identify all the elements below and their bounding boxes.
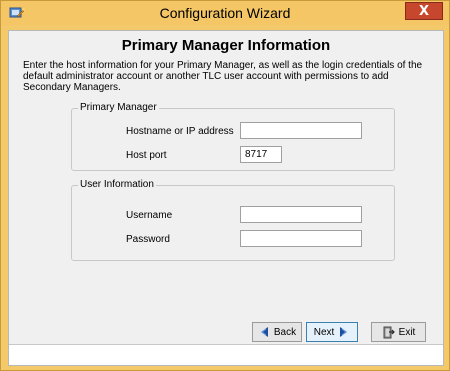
close-icon: X [418, 3, 430, 19]
back-button[interactable]: Back [252, 322, 302, 342]
arrow-left-icon [258, 326, 270, 338]
title-bar[interactable]: Configuration Wizard X [1, 1, 449, 25]
window-title: Configuration Wizard [159, 5, 291, 21]
page-description: Enter the host information for your Prim… [23, 60, 423, 93]
back-button-label: Back [273, 326, 297, 338]
status-bar [9, 344, 443, 365]
password-label: Password [126, 234, 170, 245]
page-title: Primary Manager Information [121, 37, 331, 54]
configuration-wizard-window: Configuration Wizard X Primary Manager I… [0, 0, 450, 371]
hostname-input[interactable] [240, 122, 362, 139]
exit-button[interactable]: Exit [371, 322, 426, 342]
username-input[interactable] [240, 206, 362, 223]
primary-manager-group-label: Primary Manager [78, 102, 159, 113]
user-information-group: User Information Username Password [71, 179, 395, 261]
next-button[interactable]: Next [306, 322, 358, 342]
password-input[interactable] [240, 230, 362, 247]
primary-manager-group: Primary Manager Hostname or IP address H… [71, 102, 395, 171]
host-port-label: Host port [126, 150, 167, 161]
wizard-content: Primary Manager Information Enter the ho… [8, 30, 444, 366]
username-label: Username [126, 210, 173, 221]
next-button-label: Next [313, 326, 335, 338]
close-button[interactable]: X [405, 2, 443, 20]
host-port-input[interactable] [240, 146, 282, 163]
user-information-group-label: User Information [78, 179, 156, 190]
exit-door-icon [382, 326, 395, 339]
exit-button-label: Exit [398, 326, 416, 338]
hostname-label: Hostname or IP address [126, 126, 234, 137]
arrow-right-icon [338, 326, 350, 338]
